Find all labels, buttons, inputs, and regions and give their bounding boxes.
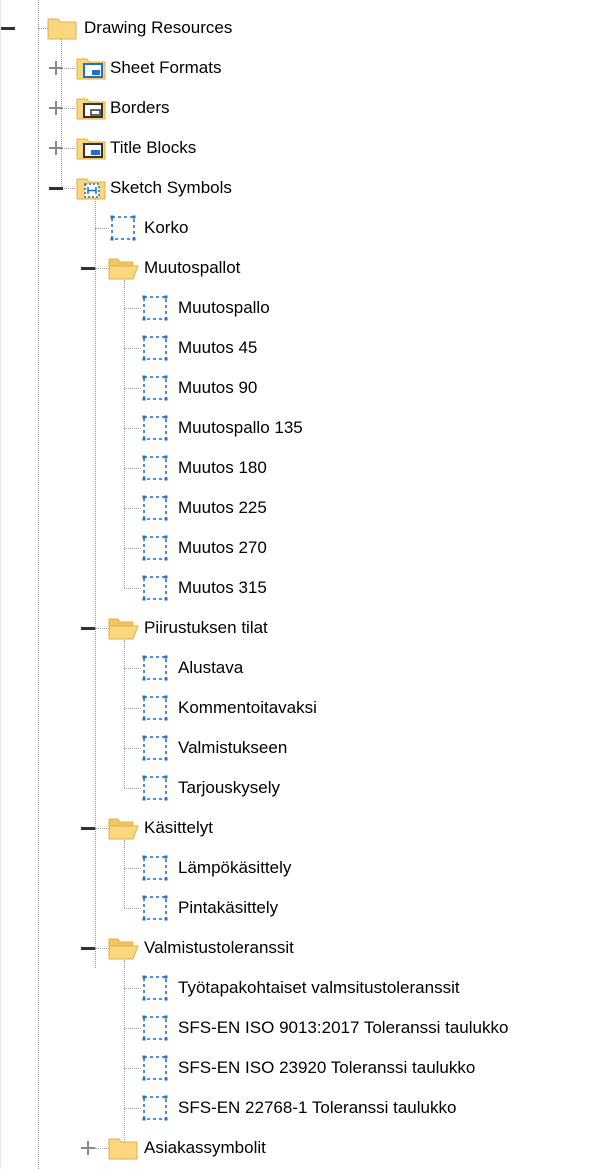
tree-line bbox=[124, 508, 141, 509]
tree-item-label: Muutos 180 bbox=[178, 458, 267, 477]
open-folder-icon bbox=[108, 618, 139, 640]
sketch-symbol-icon bbox=[142, 1055, 168, 1081]
expand-icon[interactable] bbox=[80, 1140, 96, 1156]
open-folder-icon bbox=[108, 258, 139, 280]
border-folder-icon bbox=[76, 98, 106, 120]
sketch-symbol-icon bbox=[142, 775, 168, 801]
tree-line bbox=[124, 708, 141, 709]
sketch-symbol-icon bbox=[142, 855, 168, 881]
tree-item-label: Muutos 225 bbox=[178, 498, 267, 517]
tree-item-label: Muutos 45 bbox=[178, 338, 258, 357]
tree-label-drawing-resources[interactable]: Drawing Resources bbox=[84, 18, 232, 38]
tree-label-kasittelyt[interactable]: Käsittelyt bbox=[144, 818, 213, 838]
tree-item-label: Alustava bbox=[178, 658, 244, 677]
tree-item-label: Muutos 315 bbox=[178, 578, 267, 597]
tree-line bbox=[124, 640, 125, 788]
tree-item-label: Muutos 90 bbox=[178, 378, 258, 397]
tree-item-label: Muutospallo bbox=[178, 298, 270, 317]
tree-label-sketch-symbols[interactable]: Sketch Symbols bbox=[110, 178, 232, 198]
tree-line bbox=[95, 1148, 109, 1149]
collapse-icon[interactable] bbox=[48, 180, 64, 196]
tree-line bbox=[124, 428, 141, 429]
tree-label-korko[interactable]: Korko bbox=[144, 218, 188, 238]
tree-item-label: Lämpökäsittely bbox=[178, 858, 292, 877]
tree-item-label: Pintakäsittely bbox=[178, 898, 279, 917]
tree-line bbox=[124, 908, 141, 909]
open-folder-icon bbox=[108, 818, 139, 840]
expand-icon[interactable] bbox=[48, 100, 64, 116]
sketch-symbol-icon bbox=[142, 695, 168, 721]
sketch-symbol-icon bbox=[142, 975, 168, 1001]
collapse-icon[interactable] bbox=[80, 620, 96, 636]
sketch-symbol-icon bbox=[142, 375, 168, 401]
collapse-icon[interactable] bbox=[80, 260, 96, 276]
tree-item-label: Tarjouskysely bbox=[178, 778, 281, 797]
sketch-symbol-folder-icon bbox=[76, 178, 106, 200]
tree-line bbox=[124, 388, 141, 389]
tree-item-label: SFS-EN ISO 23920 Toleranssi taulukko bbox=[178, 1058, 476, 1077]
tree-line bbox=[124, 308, 141, 309]
tree-line bbox=[124, 468, 141, 469]
tree-item-label: SFS-EN 22768-1 Toleranssi taulukko bbox=[178, 1098, 457, 1117]
tree-line bbox=[124, 1068, 141, 1069]
tree-line bbox=[124, 988, 141, 989]
sketch-symbol-icon bbox=[142, 895, 168, 921]
tree-label-piirustuksen-tilat[interactable]: Piirustuksen tilat bbox=[144, 618, 268, 638]
sketch-symbol-icon bbox=[142, 1015, 168, 1041]
tree-line bbox=[95, 828, 109, 829]
tree-label-sheet-formats[interactable]: Sheet Formats bbox=[110, 58, 222, 78]
tree-line bbox=[124, 840, 125, 908]
folder-icon bbox=[108, 1138, 138, 1160]
folder-icon bbox=[47, 18, 77, 40]
sketch-symbol-icon bbox=[142, 575, 168, 601]
sketch-symbol-icon bbox=[142, 495, 168, 521]
tree-line bbox=[38, 0, 39, 1169]
collapse-icon[interactable] bbox=[0, 20, 16, 36]
tree-line bbox=[124, 1028, 141, 1029]
tree-line bbox=[124, 548, 141, 549]
title-block-folder-icon bbox=[76, 138, 106, 160]
sketch-symbol-icon bbox=[110, 215, 136, 241]
tree-item-label: SFS-EN ISO 9013:2017 Toleranssi taulukko bbox=[178, 1018, 509, 1037]
tree-item-label: Työtapakohtaiset valmsitustoleranssit bbox=[178, 978, 460, 997]
tree-item-label: Kommentoitavaksi bbox=[178, 698, 317, 717]
expand-icon[interactable] bbox=[48, 60, 64, 76]
sketch-symbol-icon bbox=[142, 335, 168, 361]
sketch-symbol-icon bbox=[142, 735, 168, 761]
tree-label-borders[interactable]: Borders bbox=[110, 98, 170, 118]
sketch-symbol-icon bbox=[142, 1095, 168, 1121]
tree-line bbox=[95, 948, 109, 949]
tree-line bbox=[124, 588, 141, 589]
collapse-icon[interactable] bbox=[80, 820, 96, 836]
tree-line bbox=[124, 1108, 141, 1109]
expand-icon[interactable] bbox=[48, 140, 64, 156]
tree-label-asiakassymbolit[interactable]: Asiakassymbolit bbox=[144, 1138, 266, 1158]
sketch-symbol-icon bbox=[142, 535, 168, 561]
tree-label-title-blocks[interactable]: Title Blocks bbox=[110, 138, 196, 158]
tree-line bbox=[124, 668, 141, 669]
tree-line bbox=[95, 628, 109, 629]
sketch-symbol-icon bbox=[142, 415, 168, 441]
tree-label-muutospallot[interactable]: Muutospallot bbox=[144, 258, 240, 278]
tree-line bbox=[124, 868, 141, 869]
tree-line bbox=[95, 268, 109, 269]
tree-line bbox=[124, 748, 141, 749]
tree-item-label: Muutospallo 135 bbox=[178, 418, 303, 437]
tree-item-label: Valmistukseen bbox=[178, 738, 288, 757]
tree-label-valmistustoleranssit[interactable]: Valmistustoleranssit bbox=[144, 938, 294, 958]
tree-item-label: Muutos 270 bbox=[178, 538, 267, 557]
sketch-symbol-icon bbox=[142, 455, 168, 481]
sketch-symbol-icon bbox=[142, 655, 168, 681]
collapse-icon[interactable] bbox=[80, 940, 96, 956]
sketch-symbol-icon bbox=[142, 295, 168, 321]
tree-line bbox=[124, 348, 141, 349]
tree-line bbox=[95, 228, 109, 229]
tree-line bbox=[95, 198, 96, 968]
open-folder-icon bbox=[108, 938, 139, 960]
panel-left-edge bbox=[0, 0, 1, 1169]
tree-line bbox=[124, 788, 141, 789]
sheet-format-folder-icon bbox=[76, 58, 106, 80]
tree-line bbox=[124, 280, 125, 588]
